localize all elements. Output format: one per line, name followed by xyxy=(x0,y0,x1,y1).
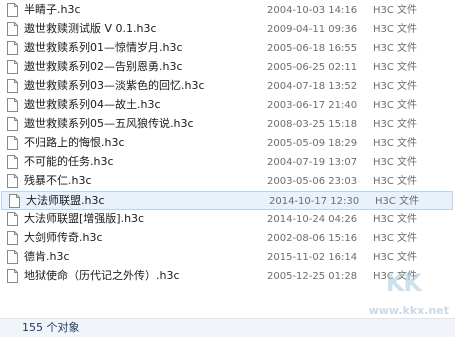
file-name: 德肯.h3c xyxy=(24,250,70,263)
file-type: H3C 文件 xyxy=(373,233,418,244)
file-row[interactable]: 遨世救赎系列01—惊情岁月.h3c 2005-06-18 16:55 H3C 文件 xyxy=(0,39,455,58)
file-date-modified: 2014-10-17 12:30 xyxy=(269,196,360,207)
file-type: H3C 文件 xyxy=(373,62,418,73)
file-name: 遨世救赎系列04—故土.h3c xyxy=(24,98,161,111)
file-row[interactable]: 遨世救赎测试版 V 0.1.h3c 2009-04-11 09:36 H3C 文件 xyxy=(0,20,455,39)
file-row[interactable]: 遨世救赎系列02—告别恩勇.h3c 2005-06-25 02:11 H3C 文件 xyxy=(0,58,455,77)
file-icon xyxy=(7,155,18,169)
file-type: H3C 文件 xyxy=(373,119,418,130)
file-name: 不归路上的悔恨.h3c xyxy=(24,136,125,149)
file-icon xyxy=(7,117,18,131)
file-icon xyxy=(7,174,18,188)
file-type: H3C 文件 xyxy=(373,157,418,168)
status-bar: 155 个对象 xyxy=(0,318,455,337)
file-type: H3C 文件 xyxy=(373,176,418,187)
file-date-modified: 2004-07-19 13:07 xyxy=(267,157,358,168)
file-type: H3C 文件 xyxy=(373,43,418,54)
file-type: H3C 文件 xyxy=(373,252,418,263)
file-explorer-window: 半睛子.h3c 2004-10-03 14:16 H3C 文件 遨世救赎测试版 V 0… xyxy=(0,0,455,337)
file-type: H3C 文件 xyxy=(373,271,418,282)
file-icon xyxy=(7,231,18,245)
file-name: 大剑师传奇.h3c xyxy=(24,231,103,244)
file-type: H3C 文件 xyxy=(373,81,418,92)
file-name: 地狱使命（历代记之外传）.h3c xyxy=(24,269,180,282)
file-icon xyxy=(7,250,18,264)
file-row[interactable]: 遨世救赎系列04—故土.h3c 2003-06-17 21:40 H3C 文件 xyxy=(0,96,455,115)
file-name: 遨世救赎系列03—淡紫色的回忆.h3c xyxy=(24,79,205,92)
file-icon xyxy=(7,98,18,112)
file-row[interactable]: 残暴不仁.h3c 2003-05-06 23:03 H3C 文件 xyxy=(0,172,455,191)
file-list: 半睛子.h3c 2004-10-03 14:16 H3C 文件 遨世救赎测试版 V 0… xyxy=(0,0,455,318)
file-type: H3C 文件 xyxy=(373,24,418,35)
file-icon xyxy=(7,22,18,36)
file-row[interactable]: 地狱使命（历代记之外传）.h3c 2005-12-25 01:28 H3C 文件 xyxy=(0,267,455,286)
file-name: 遨世救赎系列02—告别恩勇.h3c xyxy=(24,60,183,73)
file-icon xyxy=(7,136,18,150)
file-row[interactable]: 大剑师传奇.h3c 2002-08-06 15:16 H3C 文件 xyxy=(0,229,455,248)
file-icon xyxy=(7,60,18,74)
file-name: 不可能的任务.h3c xyxy=(24,155,114,168)
file-row[interactable]: 遨世救赎系列03—淡紫色的回忆.h3c 2004-07-18 13:52 H3C 文… xyxy=(0,77,455,96)
file-date-modified: 2004-10-03 14:16 xyxy=(267,5,358,16)
file-date-modified: 2005-05-09 18:29 xyxy=(267,138,358,149)
file-date-modified: 2004-07-18 13:52 xyxy=(267,81,358,92)
file-date-modified: 2002-08-06 15:16 xyxy=(267,233,358,244)
file-date-modified: 2003-05-06 23:03 xyxy=(267,176,358,187)
file-icon xyxy=(7,269,18,283)
file-row[interactable]: 大法师联盟[增强版].h3c 2014-10-24 04:26 H3C 文件 xyxy=(0,210,455,229)
file-date-modified: 2005-06-18 16:55 xyxy=(267,43,358,54)
file-row[interactable]: 大法师联盟.h3c 2014-10-17 12:30 H3C 文件 xyxy=(1,191,453,210)
file-icon xyxy=(7,212,18,226)
file-date-modified: 2015-11-02 16:14 xyxy=(267,252,358,263)
file-row[interactable]: 遨世救赎系列05—五风狼传说.h3c 2008-03-25 15:18 H3C 文件 xyxy=(0,115,455,134)
file-icon xyxy=(7,41,18,55)
file-type: H3C 文件 xyxy=(373,214,418,225)
file-name: 半睛子.h3c xyxy=(24,3,81,16)
file-date-modified: 2005-06-25 02:11 xyxy=(267,62,358,73)
file-type: H3C 文件 xyxy=(373,5,418,16)
file-date-modified: 2009-04-11 09:36 xyxy=(267,24,358,35)
file-name: 遨世救赎系列01—惊情岁月.h3c xyxy=(24,41,183,54)
file-type: H3C 文件 xyxy=(373,100,418,111)
file-date-modified: 2003-06-17 21:40 xyxy=(267,100,358,111)
file-row[interactable]: 不可能的任务.h3c 2004-07-19 13:07 H3C 文件 xyxy=(0,153,455,172)
file-name: 遨世救赎测试版 V 0.1.h3c xyxy=(24,22,157,35)
file-icon xyxy=(7,3,18,17)
file-row[interactable]: 德肯.h3c 2015-11-02 16:14 H3C 文件 xyxy=(0,248,455,267)
file-name: 大法师联盟[增强版].h3c xyxy=(24,212,145,225)
file-type: H3C 文件 xyxy=(375,196,420,207)
file-name: 遨世救赎系列05—五风狼传说.h3c xyxy=(24,117,194,130)
file-date-modified: 2005-12-25 01:28 xyxy=(267,271,358,282)
file-date-modified: 2014-10-24 04:26 xyxy=(267,214,358,225)
file-row[interactable]: 不归路上的悔恨.h3c 2005-05-09 18:29 H3C 文件 xyxy=(0,134,455,153)
file-name: 大法师联盟.h3c xyxy=(26,194,105,207)
file-type: H3C 文件 xyxy=(373,138,418,149)
file-icon xyxy=(9,194,20,208)
file-icon xyxy=(7,79,18,93)
file-row[interactable]: 半睛子.h3c 2004-10-03 14:16 H3C 文件 xyxy=(0,1,455,20)
file-date-modified: 2008-03-25 15:18 xyxy=(267,119,358,130)
file-name: 残暴不仁.h3c xyxy=(24,174,92,187)
item-count: 155 个对象 xyxy=(22,321,80,334)
